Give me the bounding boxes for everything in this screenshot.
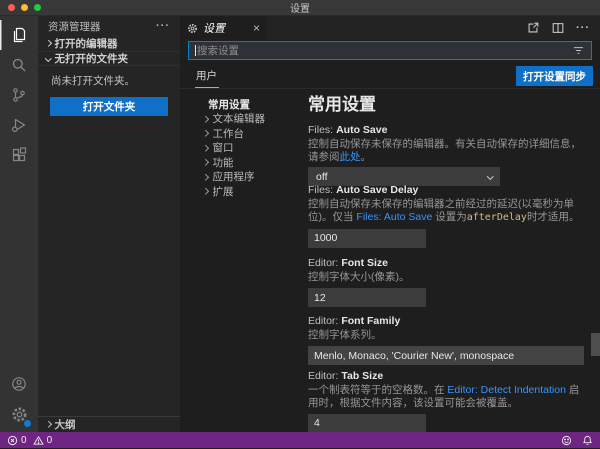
header-separator xyxy=(180,88,600,89)
activity-bar-run-debug[interactable] xyxy=(0,110,38,140)
chevron-right-icon xyxy=(202,174,208,180)
setting-font-family: Editor:Font Family 控制字体系列。 xyxy=(308,315,586,365)
title-bar: 设置 xyxy=(0,0,600,16)
explorer-icon xyxy=(11,27,27,43)
error-icon xyxy=(7,435,18,446)
activity-bar-extensions[interactable] xyxy=(0,140,38,170)
close-tab-icon[interactable]: × xyxy=(253,22,260,34)
minimize-window-button[interactable] xyxy=(21,4,28,11)
chevron-right-icon xyxy=(202,116,208,122)
setting-description: 控制字体大小(像素)。 xyxy=(308,271,586,284)
settings-search-input[interactable]: 搜索设置 xyxy=(188,41,592,60)
notifications-bell-icon[interactable] xyxy=(582,435,593,446)
search-placeholder: 搜索设置 xyxy=(197,43,572,58)
setting-description: 控制字体系列。 xyxy=(308,329,586,342)
warning-count: 0 xyxy=(47,435,53,446)
activity-bar-accounts[interactable] xyxy=(0,369,38,399)
here-link[interactable]: 此处 xyxy=(340,151,361,163)
feedback-icon[interactable] xyxy=(561,435,572,446)
toc-features[interactable]: 功能 xyxy=(186,155,306,170)
no-folder-message: 尚未打开文件夹。 xyxy=(38,66,180,88)
accounts-icon xyxy=(11,376,27,392)
setting-label: Editor:Tab Size xyxy=(308,370,586,383)
activity-bar-manage[interactable] xyxy=(0,399,38,429)
after-delay-code: afterDelay xyxy=(467,212,527,223)
settings-gear-icon xyxy=(187,23,198,34)
run-and-debug-icon xyxy=(11,117,27,133)
setting-tab-size: Editor:Tab Size 一个制表符等于的空格数。在 Editor: De… xyxy=(308,370,586,432)
chevron-right-icon xyxy=(202,188,208,194)
toc-window[interactable]: 窗口 xyxy=(186,141,306,156)
setting-font-size: Editor:Font Size 控制字体大小(像素)。 xyxy=(308,257,586,307)
chevron-right-icon xyxy=(45,421,51,427)
chevron-down-icon xyxy=(487,173,493,179)
setting-label: Files:Auto Save Delay xyxy=(308,184,586,197)
chevron-down-icon xyxy=(45,55,51,61)
toc-text-editor[interactable]: 文本编辑器 xyxy=(186,112,306,127)
explorer-sidebar: 资源管理器 ··· 打开的编辑器 无打开的文件夹 尚未打开文件夹。 打开文件夹 … xyxy=(38,16,180,432)
vertical-scrollbar[interactable] xyxy=(591,333,600,356)
activity-bar-explorer[interactable] xyxy=(0,20,38,50)
vscode-window: 设置 xyxy=(0,0,600,449)
setting-files-auto-save: Files:Auto Save 控制自动保存未保存的编辑器。有关自动保存的详细信… xyxy=(308,124,586,186)
activity-bar-source-control[interactable] xyxy=(0,80,38,110)
zoom-window-button[interactable] xyxy=(34,4,41,11)
activity-bar xyxy=(0,16,38,432)
setting-auto-save-delay: Files:Auto Save Delay 控制自动保存未保存的编辑器之前经过的… xyxy=(308,184,586,248)
close-window-button[interactable] xyxy=(8,4,15,11)
setting-label: Files:Auto Save xyxy=(308,124,586,137)
error-count: 0 xyxy=(21,435,27,446)
section-no-folder[interactable]: 无打开的文件夹 xyxy=(38,51,180,66)
manage-badge xyxy=(23,419,32,428)
split-editor-icon[interactable] xyxy=(551,21,565,35)
setting-description: 控制自动保存未保存的编辑器。有关自动保存的详细信息，请参阅此处。 xyxy=(308,138,586,163)
chevron-right-icon xyxy=(202,145,208,151)
tab-user-scope[interactable]: 用户 xyxy=(196,68,217,84)
font-family-input[interactable] xyxy=(308,346,584,365)
toc-commonly-used[interactable]: 常用设置 xyxy=(186,97,306,112)
sidebar-more-actions[interactable]: ··· xyxy=(156,20,170,32)
tab-bar: 设置 × ··· xyxy=(180,16,600,40)
settings-sync-button[interactable]: 打开设置同步 xyxy=(516,66,593,86)
toc-application[interactable]: 应用程序 xyxy=(186,170,306,185)
warning-icon xyxy=(33,435,44,446)
editor-group: 设置 × ··· xyxy=(180,16,600,432)
tab-size-input[interactable] xyxy=(308,414,426,433)
open-folder-button[interactable]: 打开文件夹 xyxy=(50,97,168,116)
setting-label: Editor:Font Family xyxy=(308,315,586,328)
setting-label: Editor:Font Size xyxy=(308,257,586,270)
auto-save-link[interactable]: Files: Auto Save xyxy=(356,211,432,223)
toc-workbench[interactable]: 工作台 xyxy=(186,126,306,141)
font-size-input[interactable] xyxy=(308,288,426,307)
problems-status[interactable]: 0 0 xyxy=(7,435,52,446)
settings-section-heading: 常用设置 xyxy=(308,90,376,115)
extensions-icon xyxy=(11,147,27,163)
status-bar: 0 0 xyxy=(0,432,600,448)
toc-extensions[interactable]: 扩展 xyxy=(186,184,306,199)
settings-editor: 搜索设置 用户 打开设置同步 常用设置 文本编辑器 工作台 窗口 xyxy=(180,40,600,432)
window-title: 设置 xyxy=(290,0,310,15)
settings-toc: 常用设置 文本编辑器 工作台 窗口 功能 应用程序 扩展 xyxy=(186,97,306,199)
chevron-right-icon xyxy=(202,159,208,165)
tab-label: 设置 xyxy=(203,20,225,36)
filter-icon[interactable] xyxy=(572,44,585,57)
open-settings-json-icon[interactable] xyxy=(526,21,540,35)
search-icon xyxy=(11,57,27,73)
source-control-icon xyxy=(11,87,27,103)
text-cursor xyxy=(195,45,196,56)
detect-indentation-link[interactable]: Editor: Detect Indentation xyxy=(447,384,566,396)
section-outline[interactable]: 大纲 xyxy=(38,416,180,431)
setting-description: 一个制表符等于的空格数。在 Editor: Detect Indentation… xyxy=(308,384,586,409)
setting-description: 控制自动保存未保存的编辑器之前经过的延迟(以毫秒为单位)。仅当 Files: A… xyxy=(308,198,586,224)
activity-bar-search[interactable] xyxy=(0,50,38,80)
tab-settings[interactable]: 设置 × xyxy=(180,16,268,40)
auto-save-delay-input[interactable] xyxy=(308,229,426,248)
more-actions-icon[interactable]: ··· xyxy=(576,22,590,34)
sidebar-title: 资源管理器 xyxy=(48,19,101,34)
chevron-right-icon xyxy=(202,130,208,136)
chevron-right-icon xyxy=(45,40,51,46)
section-open-editors[interactable]: 打开的编辑器 xyxy=(38,36,180,51)
